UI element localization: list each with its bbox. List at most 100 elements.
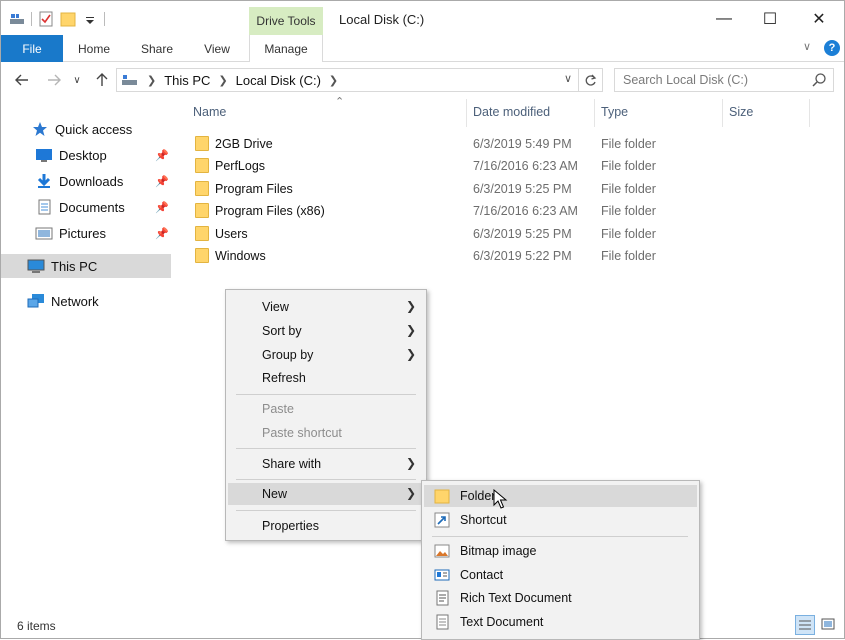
file-type: File folder bbox=[601, 249, 656, 263]
nav-item-downloads[interactable]: Downloads 📌 bbox=[1, 169, 171, 193]
nav-quick-access[interactable]: Quick access bbox=[1, 117, 171, 141]
nav-this-pc[interactable]: This PC bbox=[1, 254, 171, 278]
contact-icon bbox=[434, 567, 450, 583]
nav-network[interactable]: Network bbox=[1, 289, 171, 313]
menu-divider bbox=[236, 479, 416, 480]
file-name: Program Files (x86) bbox=[215, 204, 325, 218]
drive-tools-label: Drive Tools bbox=[249, 7, 323, 35]
menu-item-view[interactable]: View ❯ bbox=[228, 296, 424, 318]
column-header-date[interactable]: Date modified bbox=[467, 97, 595, 127]
folder-icon bbox=[195, 158, 209, 173]
menu-divider bbox=[236, 394, 416, 395]
list-item[interactable]: 2GB Drive 6/3/2019 5:49 PM File folder bbox=[187, 133, 687, 155]
pin-icon[interactable]: 📌 bbox=[155, 227, 169, 240]
details-view-button[interactable] bbox=[795, 615, 815, 635]
submenu-item-label: Contact bbox=[460, 568, 504, 582]
menu-item-paste[interactable]: Paste bbox=[228, 398, 424, 420]
expand-ribbon-icon[interactable]: ∨ bbox=[803, 40, 811, 53]
menu-item-sort-by[interactable]: Sort by ❯ bbox=[228, 320, 424, 342]
submenu-item-folder[interactable]: Folder bbox=[424, 485, 697, 507]
tab-manage[interactable]: Manage bbox=[249, 35, 323, 62]
menu-item-label: View bbox=[262, 300, 289, 314]
menu-item-paste-shortcut[interactable]: Paste shortcut bbox=[228, 422, 424, 444]
nav-network-label: Network bbox=[51, 293, 99, 309]
maximize-button[interactable]: ☐ bbox=[747, 5, 793, 33]
pin-icon[interactable]: 📌 bbox=[155, 201, 169, 214]
list-item[interactable]: Program Files (x86) 7/16/2016 6:23 AM Fi… bbox=[187, 200, 687, 222]
help-icon[interactable]: ? bbox=[824, 40, 840, 56]
menu-item-new[interactable]: New ❯ bbox=[228, 483, 424, 505]
tab-view[interactable]: View bbox=[193, 35, 241, 62]
submenu-arrow-icon: ❯ bbox=[405, 347, 416, 361]
properties-icon[interactable] bbox=[38, 11, 54, 27]
refresh-button[interactable] bbox=[578, 69, 602, 91]
submenu-item-contact[interactable]: Contact bbox=[424, 564, 697, 586]
submenu-item-shortcut[interactable]: Shortcut bbox=[424, 509, 697, 531]
menu-item-label: Properties bbox=[262, 519, 319, 533]
breadcrumb-chevron-icon[interactable]: ❯ bbox=[329, 74, 338, 87]
search-icon bbox=[811, 72, 827, 91]
breadcrumb-this-pc[interactable]: This PC bbox=[164, 73, 210, 88]
column-divider[interactable] bbox=[809, 99, 810, 127]
submenu-item-label: Text Document bbox=[460, 615, 544, 629]
tab-file[interactable]: File bbox=[1, 35, 63, 62]
breadcrumb-local-disk[interactable]: Local Disk (C:) bbox=[236, 73, 321, 88]
breadcrumb-chevron-icon[interactable]: ❯ bbox=[218, 74, 227, 87]
mouse-cursor-icon bbox=[493, 488, 509, 511]
up-button[interactable] bbox=[91, 69, 113, 91]
minimize-button[interactable]: — bbox=[701, 5, 747, 33]
up-arrow-icon bbox=[96, 73, 108, 86]
menu-item-share-with[interactable]: Share with ❯ bbox=[228, 453, 424, 475]
list-item[interactable]: Users 6/3/2019 5:25 PM File folder bbox=[187, 223, 687, 245]
navigation-pane: Quick access Desktop 📌 Downloads 📌 Docum… bbox=[1, 97, 173, 609]
drive-icon[interactable] bbox=[9, 11, 25, 27]
column-header-size[interactable]: Size bbox=[723, 97, 809, 127]
menu-item-label: Group by bbox=[262, 348, 314, 362]
text-document-icon bbox=[434, 614, 450, 630]
submenu-item-bitmap[interactable]: Bitmap image bbox=[424, 540, 697, 562]
menu-divider bbox=[432, 536, 688, 537]
tab-home[interactable]: Home bbox=[67, 35, 121, 62]
refresh-icon bbox=[585, 74, 597, 86]
submenu-item-rtf[interactable]: Rich Text Document bbox=[424, 587, 697, 609]
title-bar: Drive Tools Local Disk (C:) — ☐ ✕ bbox=[1, 1, 844, 35]
nav-item-documents[interactable]: Documents 📌 bbox=[1, 195, 171, 219]
nav-item-desktop[interactable]: Desktop 📌 bbox=[1, 143, 171, 167]
column-header-name[interactable]: Name ⌃ bbox=[187, 96, 465, 127]
large-icons-view-button[interactable] bbox=[819, 615, 839, 635]
column-header-type[interactable]: Type bbox=[595, 97, 723, 127]
breadcrumb-chevron-icon[interactable]: ❯ bbox=[147, 74, 156, 87]
folder-icon bbox=[195, 181, 209, 196]
tab-share[interactable]: Share bbox=[129, 35, 185, 62]
menu-item-group-by[interactable]: Group by ❯ bbox=[228, 344, 424, 366]
back-button[interactable] bbox=[11, 69, 33, 91]
file-date: 6/3/2019 5:25 PM bbox=[473, 182, 572, 196]
customize-toolbar-icon[interactable] bbox=[82, 11, 98, 27]
search-input[interactable]: Search Local Disk (C:) bbox=[614, 68, 834, 92]
new-folder-icon[interactable] bbox=[60, 11, 76, 27]
forward-button[interactable] bbox=[43, 69, 65, 91]
address-bar[interactable]: ❯ This PC ❯ Local Disk (C:) ❯ ∨ bbox=[116, 68, 603, 92]
rich-text-document-icon bbox=[434, 590, 450, 606]
pin-icon[interactable]: 📌 bbox=[155, 175, 169, 188]
menu-item-refresh[interactable]: Refresh bbox=[228, 367, 424, 389]
nav-item-label: Desktop bbox=[59, 147, 107, 163]
close-button[interactable]: ✕ bbox=[796, 5, 842, 33]
menu-item-label: Sort by bbox=[262, 324, 302, 338]
list-item[interactable]: Program Files 6/3/2019 5:25 PM File fold… bbox=[187, 178, 687, 200]
file-type: File folder bbox=[601, 182, 656, 196]
menu-item-label: Share with bbox=[262, 457, 322, 471]
recent-locations-button[interactable]: ∨ bbox=[69, 69, 85, 91]
file-date: 6/3/2019 5:22 PM bbox=[473, 249, 572, 263]
nav-item-label: Downloads bbox=[59, 173, 124, 189]
file-type: File folder bbox=[601, 204, 656, 218]
submenu-item-text[interactable]: Text Document bbox=[424, 611, 697, 633]
list-item[interactable]: Windows 6/3/2019 5:22 PM File folder bbox=[187, 245, 687, 267]
documents-icon bbox=[35, 199, 53, 215]
nav-item-pictures[interactable]: Pictures 📌 bbox=[1, 221, 171, 245]
address-dropdown-icon[interactable]: ∨ bbox=[564, 72, 572, 85]
item-count: 6 items bbox=[17, 619, 56, 633]
menu-item-properties[interactable]: Properties bbox=[228, 515, 424, 537]
list-item[interactable]: PerfLogs 7/16/2016 6:23 AM File folder bbox=[187, 155, 687, 177]
pin-icon[interactable]: 📌 bbox=[155, 149, 169, 162]
